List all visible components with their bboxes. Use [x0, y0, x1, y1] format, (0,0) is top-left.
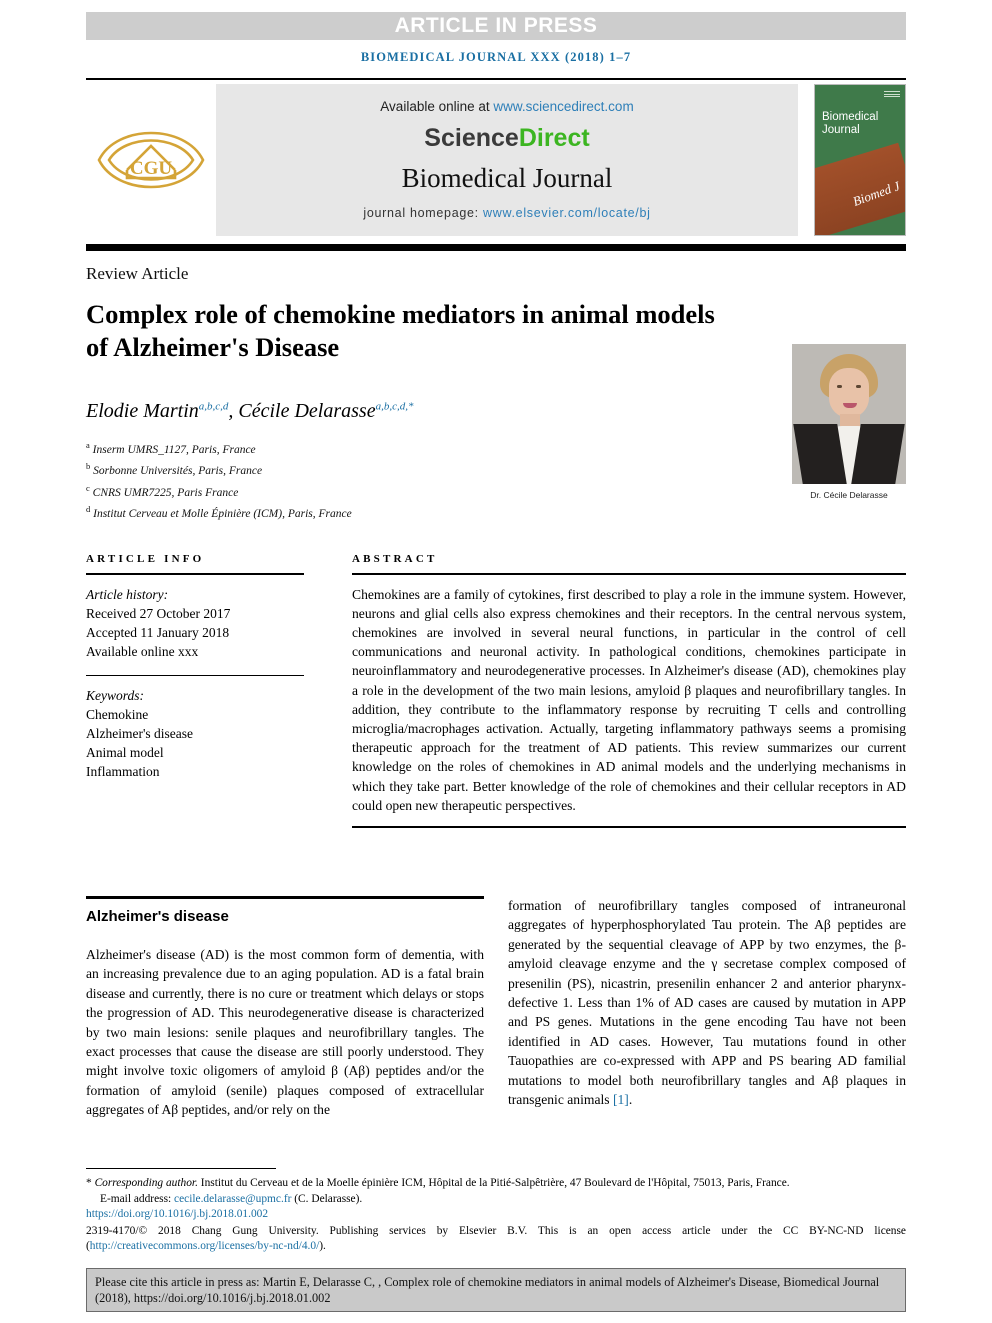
email-address-link[interactable]: cecile.delarasse@upmc.fr [174, 1193, 291, 1205]
keywords-rule [86, 674, 304, 677]
affiliation-mark: b [86, 461, 91, 472]
corresponding-author-note: * Corresponding author. Institut du Cerv… [86, 1176, 906, 1192]
affiliation-text: Institut Cerveau et Molle Épinière (ICM)… [93, 507, 352, 520]
cover-title: Biomedical Journal [822, 111, 878, 137]
author-portrait-block: Dr. Cécile Delarasse [792, 344, 906, 500]
author-name-2: Cécile Delarasse [238, 400, 376, 422]
abstract-heading: ABSTRACT [352, 553, 438, 565]
corresponding-address: Institut du Cerveau et de la Moelle épin… [197, 1177, 790, 1189]
keyword-item: Inflammation [86, 764, 160, 780]
article-accepted-date: Accepted 11 January 2018 [86, 624, 230, 640]
article-info-heading: ARTICLE INFO [86, 553, 205, 565]
journal-cover-thumbnail: Biomedical Journal Biomed J [814, 84, 906, 236]
masthead: CGU Available online at www.sciencedirec… [86, 84, 906, 236]
journal-reference-line: BIOMEDICAL JOURNAL XXX (2018) 1–7 [360, 50, 632, 64]
homepage-label: journal homepage: [363, 205, 484, 220]
masthead-top-rule [86, 78, 906, 80]
keywords-block: Keywords: Chemokine Alzheimer's disease … [86, 686, 304, 781]
article-info-rule [86, 573, 304, 575]
article-type-kicker: Review Article [86, 264, 189, 283]
email-label: E-mail address: [100, 1192, 175, 1205]
body-right-text: formation of neurofibrillary tangles com… [508, 898, 906, 1108]
portrait-caption: Dr. Cécile Delarasse [810, 490, 888, 500]
body-column-right: formation of neurofibrillary tangles com… [508, 896, 906, 1109]
journal-title: Biomedical Journal [401, 162, 613, 193]
cover-publisher-mark-icon [884, 91, 900, 98]
affiliations-list: a Inserm UMRS_1127, Paris, France b Sorb… [86, 437, 726, 522]
affiliation-mark: a [86, 440, 90, 450]
masthead-bottom-rule [86, 244, 906, 251]
affiliation-item: a Inserm UMRS_1127, Paris, France [86, 437, 726, 458]
sciencedirect-url[interactable]: www.sciencedirect.com [493, 99, 633, 114]
affiliation-item: b Sorbonne Universités, Paris, France [86, 458, 726, 479]
page-title: Complex role of chemokine mediators in a… [86, 299, 715, 362]
keyword-item: Animal model [86, 745, 164, 761]
abstract-rule-top [352, 573, 906, 575]
portrait-jacket-left [793, 424, 847, 484]
corresponding-mark: * [86, 1177, 92, 1189]
keyword-item: Chemokine [86, 707, 149, 723]
sciencedirect-word-science: Science [424, 123, 519, 152]
body-right-text-end: . [628, 1092, 633, 1108]
affiliation-text: Inserm UMRS_1127, Paris, France [92, 443, 256, 456]
sciencedirect-word-direct: Direct [518, 123, 590, 152]
section-heading: Alzheimer's disease [86, 908, 229, 925]
portrait-eye-left [837, 385, 842, 388]
article-available-online: Available online xxx [86, 643, 199, 659]
homepage-url[interactable]: www.elsevier.com/locate/bj [483, 206, 651, 220]
journal-homepage-line: journal homepage: www.elsevier.com/locat… [363, 206, 650, 220]
sciencedirect-box: Available online at www.sciencedirect.co… [216, 84, 798, 236]
author-name-1: Elodie Martin [86, 400, 199, 422]
copyright-note: 2319-4170/© 2018 Chang Gung University. … [86, 1224, 906, 1255]
portrait-face [829, 368, 869, 418]
affiliation-text: Sorbonne Universités, Paris, France [93, 465, 263, 478]
footnotes-block: * Corresponding author. Institut du Cerv… [86, 1176, 906, 1255]
available-online-line: Available online at www.sciencedirect.co… [380, 99, 633, 114]
cite-this-article-text: Please cite this article in press as: Ma… [95, 1275, 880, 1305]
email-suffix: (C. Delarasse). [291, 1192, 363, 1205]
affiliation-item: d Institut Cerveau et Molle Épinière (IC… [86, 501, 726, 522]
cite-this-article-box: Please cite this article in press as: Ma… [86, 1268, 906, 1312]
section-top-rule [86, 896, 484, 899]
cgu-logo: CGU [86, 84, 216, 236]
footnote-rule [86, 1168, 276, 1169]
corresponding-label: Corresponding author. [94, 1177, 198, 1189]
article-in-press-banner: ARTICLE IN PRESS [86, 12, 906, 40]
keyword-item: Alzheimer's disease [86, 726, 194, 742]
abstract-rule-bottom [352, 826, 906, 828]
keywords-label: Keywords: [86, 688, 144, 704]
author-2-affiliation-marks: a,b,c,d,* [375, 400, 414, 413]
avatar [792, 344, 906, 484]
portrait-eye-right [856, 385, 861, 388]
article-in-press-label: ARTICLE IN PRESS [394, 14, 598, 37]
doi-link[interactable]: https://doi.org/10.1016/j.bj.2018.01.002 [86, 1207, 906, 1223]
abstract-text: Chemokines are a family of cytokines, fi… [352, 586, 906, 813]
article-history-block: Article history: Received 27 October 201… [86, 585, 304, 661]
citation-reference-1[interactable]: [1] [613, 1092, 629, 1107]
affiliation-mark: c [86, 482, 90, 493]
available-online-prefix: Available online at [380, 98, 494, 114]
license-link[interactable]: http://creativecommons.org/licenses/by-n… [90, 1240, 319, 1252]
affiliation-item: c CNRS UMR7225, Paris France [86, 480, 726, 501]
article-received-date: Received 27 October 2017 [86, 605, 231, 621]
article-history-label: Article history: [86, 586, 169, 602]
cover-title-line1: Biomedical [822, 111, 879, 123]
sciencedirect-wordmark[interactable]: ScienceDirect [424, 124, 589, 153]
email-note: E-mail address: cecile.delarasse@upmc.fr… [86, 1192, 906, 1208]
affiliation-mark: d [86, 503, 91, 514]
abstract-column: ABSTRACT Chemokines are a family of cyto… [352, 553, 906, 828]
author-list: Elodie Martina,b,c,d, Cécile Delarassea,… [86, 400, 726, 423]
cover-title-line2: Journal [822, 124, 860, 136]
author-1-affiliation-marks: a,b,c,d [198, 400, 229, 413]
svg-text:CGU: CGU [130, 158, 173, 179]
body-column-left: Alzheimer's disease (AD) is the most com… [86, 947, 484, 1118]
copyright-text-end: ). [319, 1240, 326, 1253]
affiliation-text: CNRS UMR7225, Paris France [92, 486, 239, 499]
author-separator: , [228, 400, 239, 422]
article-info-column: ARTICLE INFO Article history: Received 2… [86, 553, 304, 781]
article-page: ARTICLE IN PRESS BIOMEDICAL JOURNAL XXX … [0, 0, 992, 1323]
